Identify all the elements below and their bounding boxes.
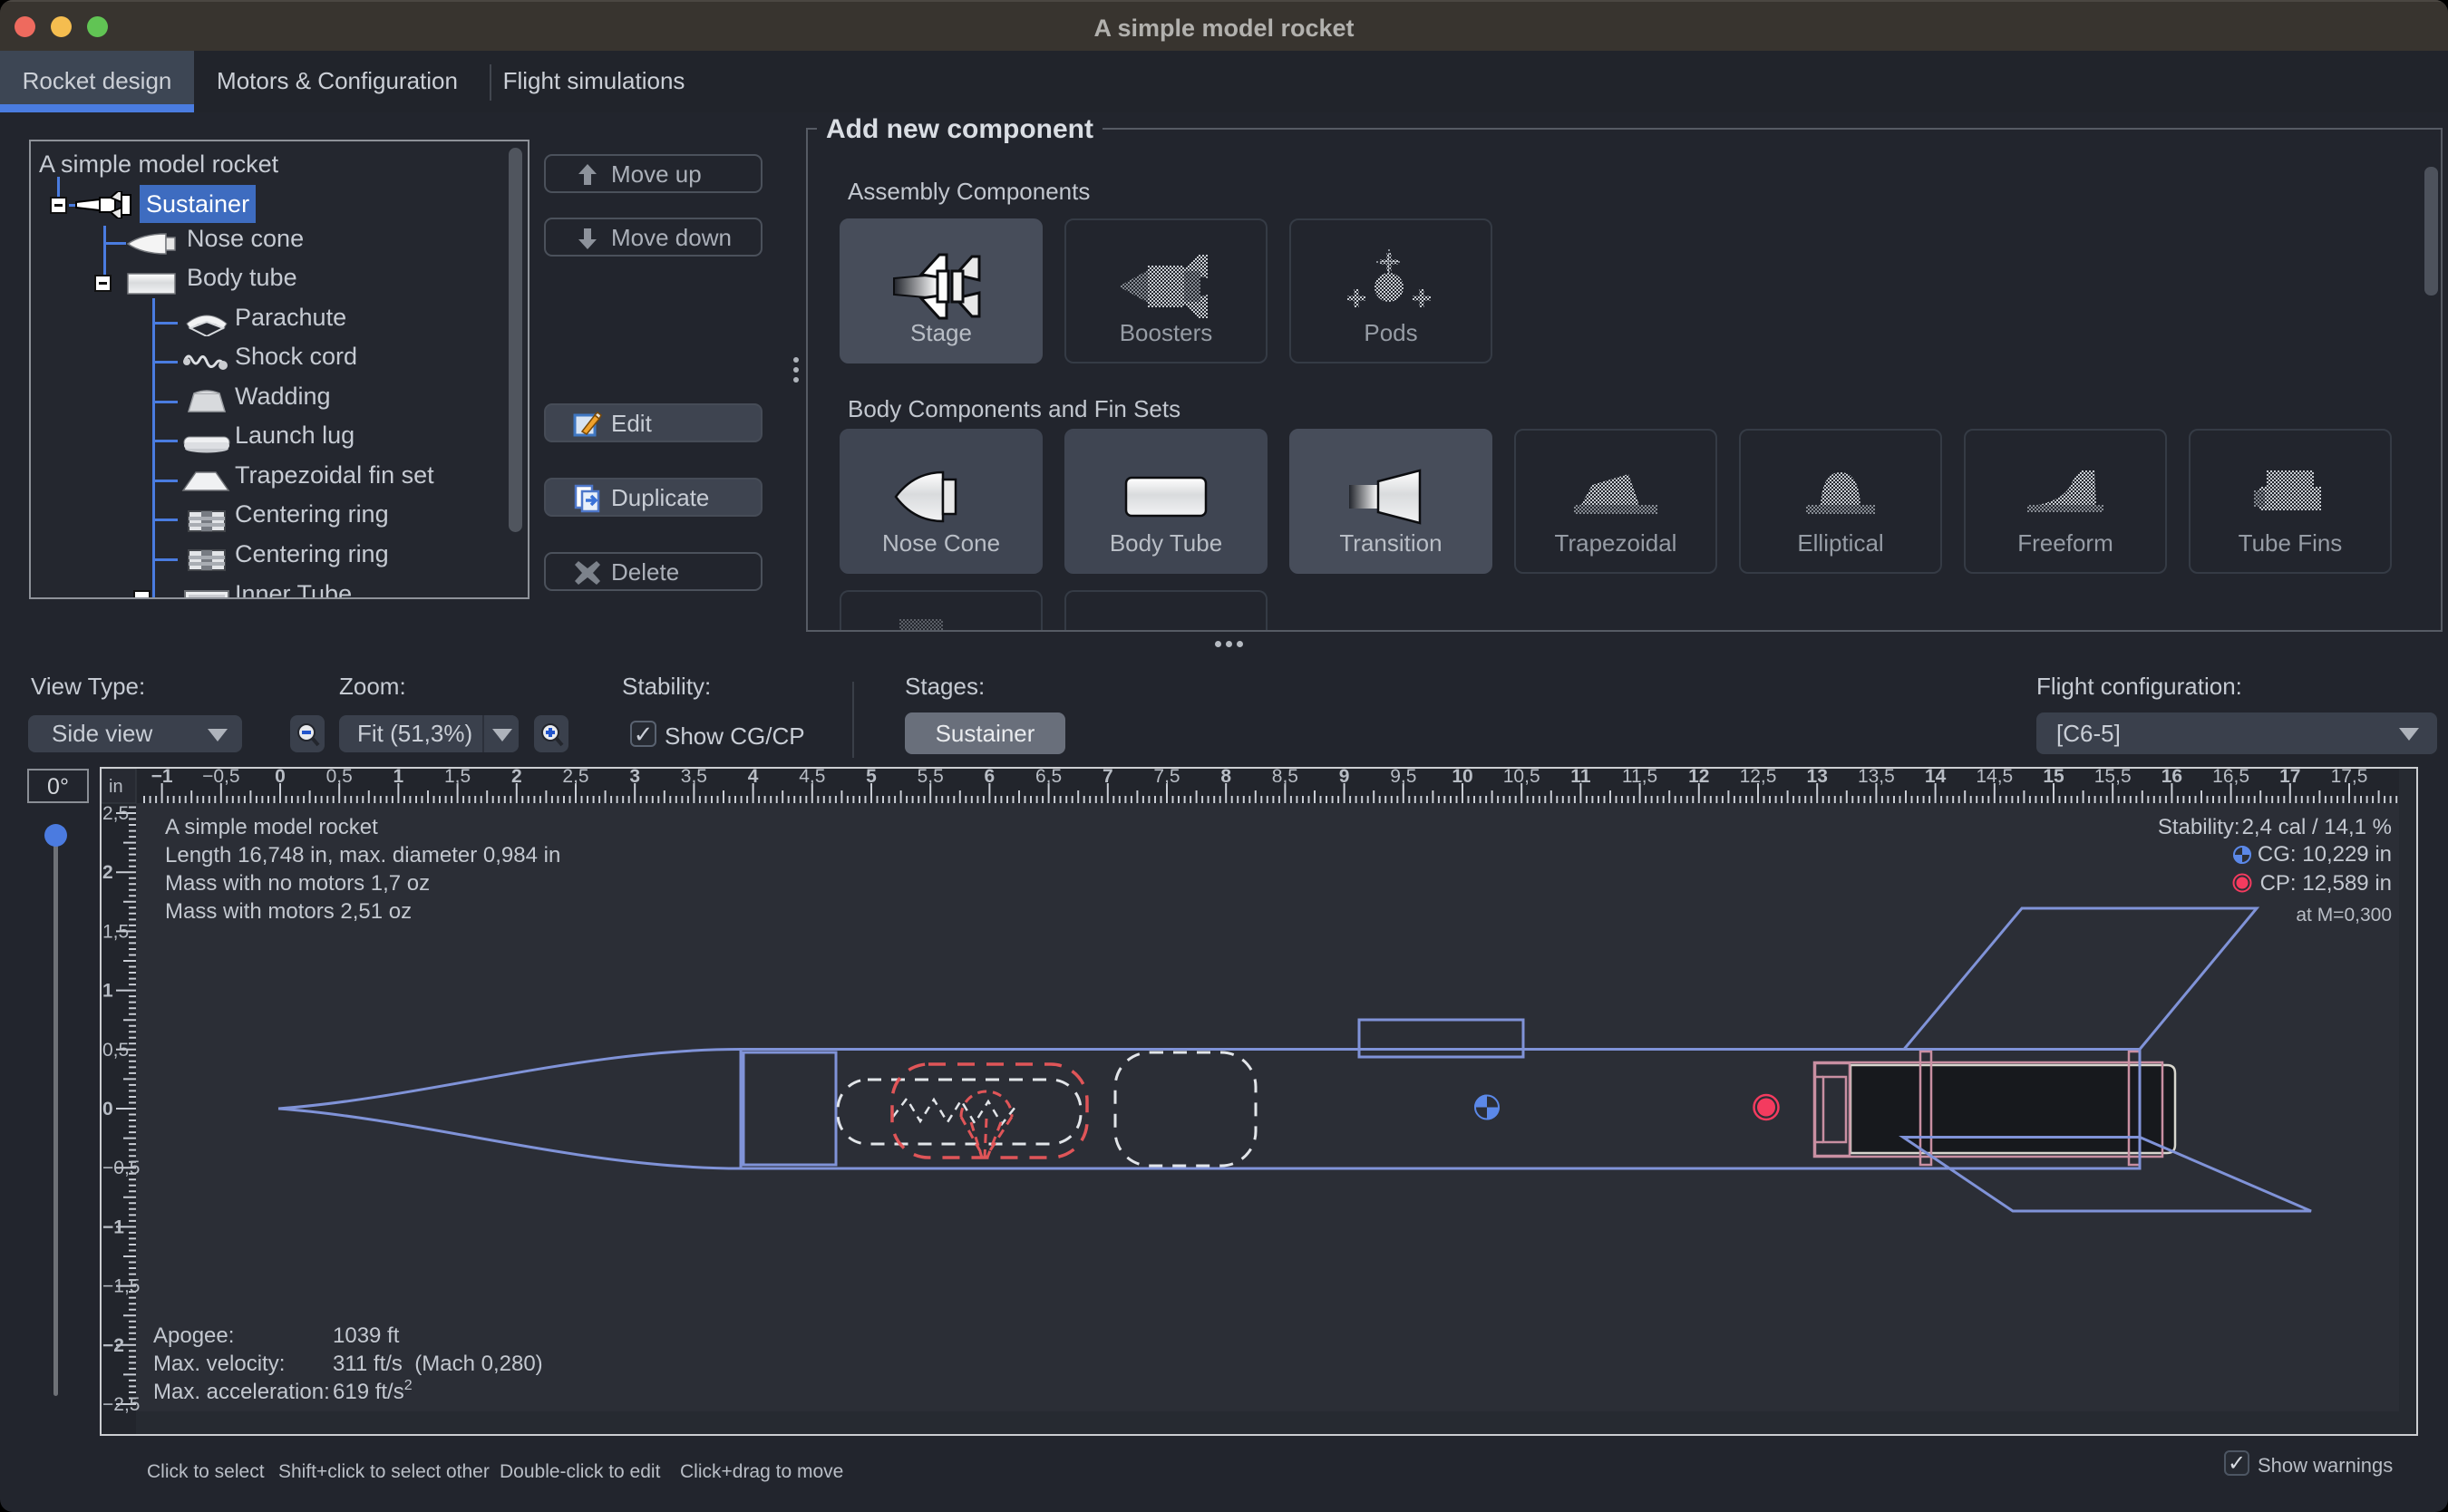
svg-text:10: 10 [1452,769,1472,787]
svg-text:11,5: 11,5 [1622,769,1657,787]
svg-text:3: 3 [629,769,640,787]
svg-text:2,5: 2,5 [102,803,129,824]
svg-text:Apogee:: Apogee: [153,1323,234,1348]
svg-text:15,5: 15,5 [2094,769,2132,787]
svg-text:Stability: 2,4 cal / 14,1 %: Stability: 2,4 cal / 14,1 % [2158,815,2392,839]
svg-text:14,5: 14,5 [1976,769,2013,787]
svg-text:12: 12 [1688,769,1709,787]
svg-text:14: 14 [1925,769,1947,787]
svg-text:−0,5: −0,5 [202,769,239,787]
svg-text:7,5: 7,5 [1153,769,1180,787]
svg-text:1: 1 [102,981,113,1002]
svg-text:1,5: 1,5 [444,769,471,787]
svg-text:6: 6 [985,769,996,787]
svg-text:7: 7 [1103,769,1113,787]
svg-text:8,5: 8,5 [1272,769,1298,787]
svg-text:17,5: 17,5 [2331,769,2368,787]
svg-text:−2,5: −2,5 [102,1394,140,1415]
svg-text:1,5: 1,5 [102,921,129,942]
svg-text:9,5: 9,5 [1390,769,1416,787]
svg-text:1039 ft: 1039 ft [333,1323,400,1348]
svg-text:−1,5: −1,5 [102,1276,140,1297]
svg-text:CP: 12,589 in: CP: 12,589 in [2260,871,2392,896]
svg-text:8: 8 [1220,769,1231,787]
svg-text:Mass with motors 2,51 oz: Mass with motors 2,51 oz [165,899,412,924]
svg-text:4: 4 [748,769,759,787]
svg-text:in: in [109,777,123,797]
svg-text:Length 16,748 in, max. diamete: Length 16,748 in, max. diameter 0,984 in [165,843,560,867]
svg-text:1: 1 [393,769,404,787]
svg-text:17: 17 [2279,769,2300,787]
svg-text:0,5: 0,5 [326,769,353,787]
svg-text:13: 13 [1807,769,1828,787]
svg-text:−1: −1 [102,1216,124,1237]
svg-text:−2: −2 [102,1335,124,1356]
svg-text:16,5: 16,5 [2212,769,2249,787]
svg-text:13,5: 13,5 [1858,769,1895,787]
svg-text:6,5: 6,5 [1035,769,1062,787]
svg-text:15: 15 [2043,769,2064,787]
svg-text:3,5: 3,5 [681,769,707,787]
svg-text:5: 5 [866,769,877,787]
svg-text:−0,5: −0,5 [102,1158,140,1178]
svg-text:4,5: 4,5 [799,769,825,787]
svg-text:16: 16 [2161,769,2182,787]
svg-text:2: 2 [102,862,113,883]
svg-text:0: 0 [102,1099,113,1119]
svg-text:Mass with no motors 1,7 oz: Mass with no motors 1,7 oz [165,871,430,896]
svg-text:A simple model rocket: A simple model rocket [165,815,378,839]
svg-text:CG: 10,229 in: CG: 10,229 in [2258,842,2392,867]
svg-text:at M=0,300: at M=0,300 [2296,905,2392,926]
svg-text:0: 0 [275,769,286,787]
svg-text:−1: −1 [151,769,173,787]
svg-text:0,5: 0,5 [102,1040,129,1061]
svg-text:11: 11 [1570,769,1591,787]
svg-text:311 ft/s (Mach 0,280): 311 ft/s (Mach 0,280) [333,1352,543,1376]
svg-text:Max. velocity:: Max. velocity: [153,1352,285,1376]
svg-text:Max. acceleration:: Max. acceleration: [153,1380,330,1404]
svg-text:9: 9 [1339,769,1350,787]
svg-text:10,5: 10,5 [1503,769,1540,787]
svg-text:619 ft/s2: 619 ft/s2 [333,1378,413,1404]
svg-text:12,5: 12,5 [1740,769,1777,787]
svg-text:2,5: 2,5 [562,769,588,787]
svg-text:5,5: 5,5 [918,769,944,787]
svg-text:2: 2 [511,769,522,787]
